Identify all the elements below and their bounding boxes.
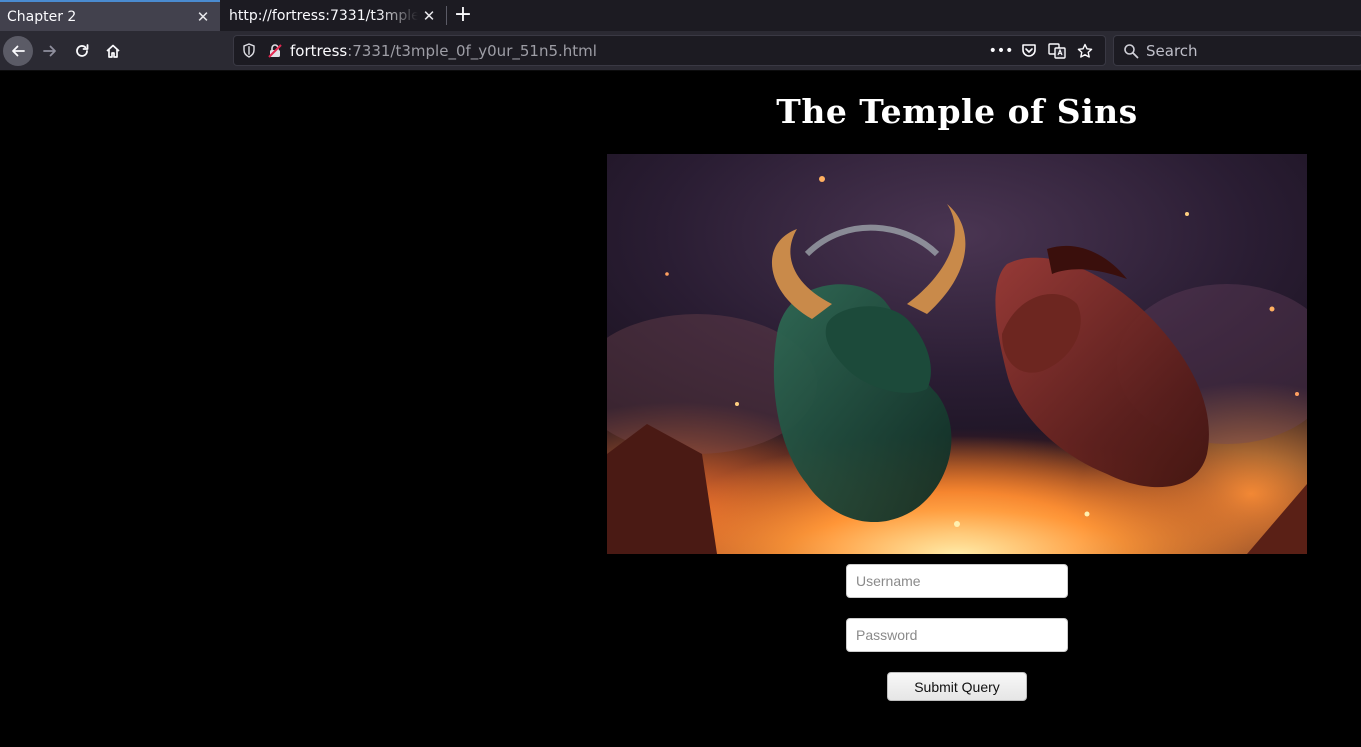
tab-separator: [446, 6, 447, 25]
page-content: The Temple of Sins Username Submit Query: [0, 72, 1361, 747]
home-button[interactable]: [98, 36, 128, 66]
close-icon[interactable]: ✕: [418, 5, 440, 27]
plus-icon: +: [453, 2, 473, 27]
url-actions: •••: [987, 39, 1099, 63]
password-field[interactable]: [846, 618, 1068, 652]
submit-button[interactable]: Submit Query: [887, 672, 1027, 701]
new-tab-button[interactable]: +: [451, 3, 475, 27]
arrow-right-icon: [43, 45, 56, 57]
insecure-lock-icon[interactable]: [264, 40, 286, 62]
reload-button[interactable]: [67, 36, 97, 66]
home-icon: [106, 44, 120, 58]
close-icon[interactable]: ✕: [192, 6, 214, 28]
page-title: The Temple of Sins: [776, 92, 1138, 131]
search-bar[interactable]: [1113, 35, 1361, 66]
reload-icon: [76, 44, 89, 57]
address-bar[interactable]: fortress:7331/t3mple_0f_y0ur_51n5.html •…: [233, 35, 1106, 66]
url-text: fortress:7331/t3mple_0f_y0ur_51n5.html: [290, 42, 987, 60]
tab-title: http://fortress:7331/t3mple_0f_y0ur_51n5…: [229, 7, 418, 24]
forward-button[interactable]: [35, 36, 65, 66]
search-input[interactable]: [1146, 41, 1346, 60]
tab-chapter-2[interactable]: Chapter 2 ✕: [0, 0, 220, 31]
username-field[interactable]: [846, 564, 1068, 598]
star-icon[interactable]: [1071, 39, 1099, 63]
hero-image: [607, 154, 1307, 554]
arrow-left-icon: [12, 45, 25, 57]
ellipsis-icon[interactable]: •••: [987, 39, 1015, 63]
shield-icon[interactable]: [238, 40, 260, 62]
url-host: fortress: [290, 41, 348, 60]
pocket-icon[interactable]: [1015, 39, 1043, 63]
tab-temple-page[interactable]: http://fortress:7331/t3mple_0f_y0ur_51n5…: [222, 0, 446, 31]
url-path: :7331/t3mple_0f_y0ur_51n5.html: [347, 41, 597, 60]
tab-title: Chapter 2: [7, 8, 77, 25]
navigation-toolbar: fortress:7331/t3mple_0f_y0ur_51n5.html •…: [0, 31, 1361, 71]
tab-strip: Chapter 2 ✕ http://fortress:7331/t3mple_…: [0, 0, 1361, 31]
back-button[interactable]: [3, 36, 33, 66]
translate-icon[interactable]: [1043, 39, 1071, 63]
search-icon: [1122, 42, 1140, 60]
